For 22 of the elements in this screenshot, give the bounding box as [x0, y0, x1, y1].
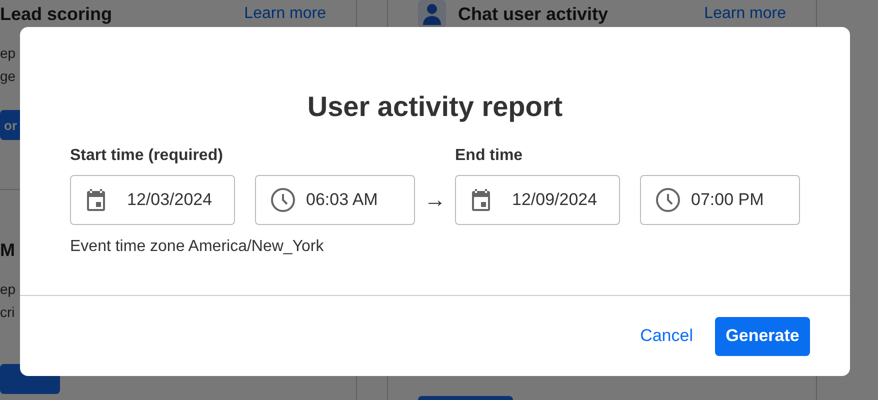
dialog-title: User activity report: [306, 90, 564, 124]
cancel-button[interactable]: Cancel: [640, 322, 693, 350]
card-description: cri: [0, 303, 15, 322]
card-description: ep: [0, 44, 16, 63]
card-title: Chat user activity: [458, 4, 608, 24]
card-title: Lead scoring: [0, 4, 112, 24]
card-title: M: [0, 240, 15, 260]
card-description: ge: [0, 67, 16, 86]
generate-button[interactable]: Generate: [715, 316, 810, 356]
arrow-icon: →: [415, 175, 455, 225]
field-label: End time: [455, 147, 524, 165]
time-field[interactable]: 06:03 AM: [255, 175, 415, 225]
time-field[interactable]: 07:00 PM: [640, 175, 800, 225]
date-field[interactable]: 12/09/2024: [455, 175, 620, 225]
date-field[interactable]: 12/03/2024: [70, 175, 235, 225]
calendar-icon: [85, 188, 107, 212]
clock-icon: [270, 187, 296, 213]
clock-icon: [655, 187, 681, 213]
card-description: ep: [0, 280, 16, 299]
calendar-icon: [470, 188, 492, 212]
field-label: Start time (required): [70, 147, 224, 165]
timezone-note: Event time zone America/New_York: [70, 238, 325, 256]
